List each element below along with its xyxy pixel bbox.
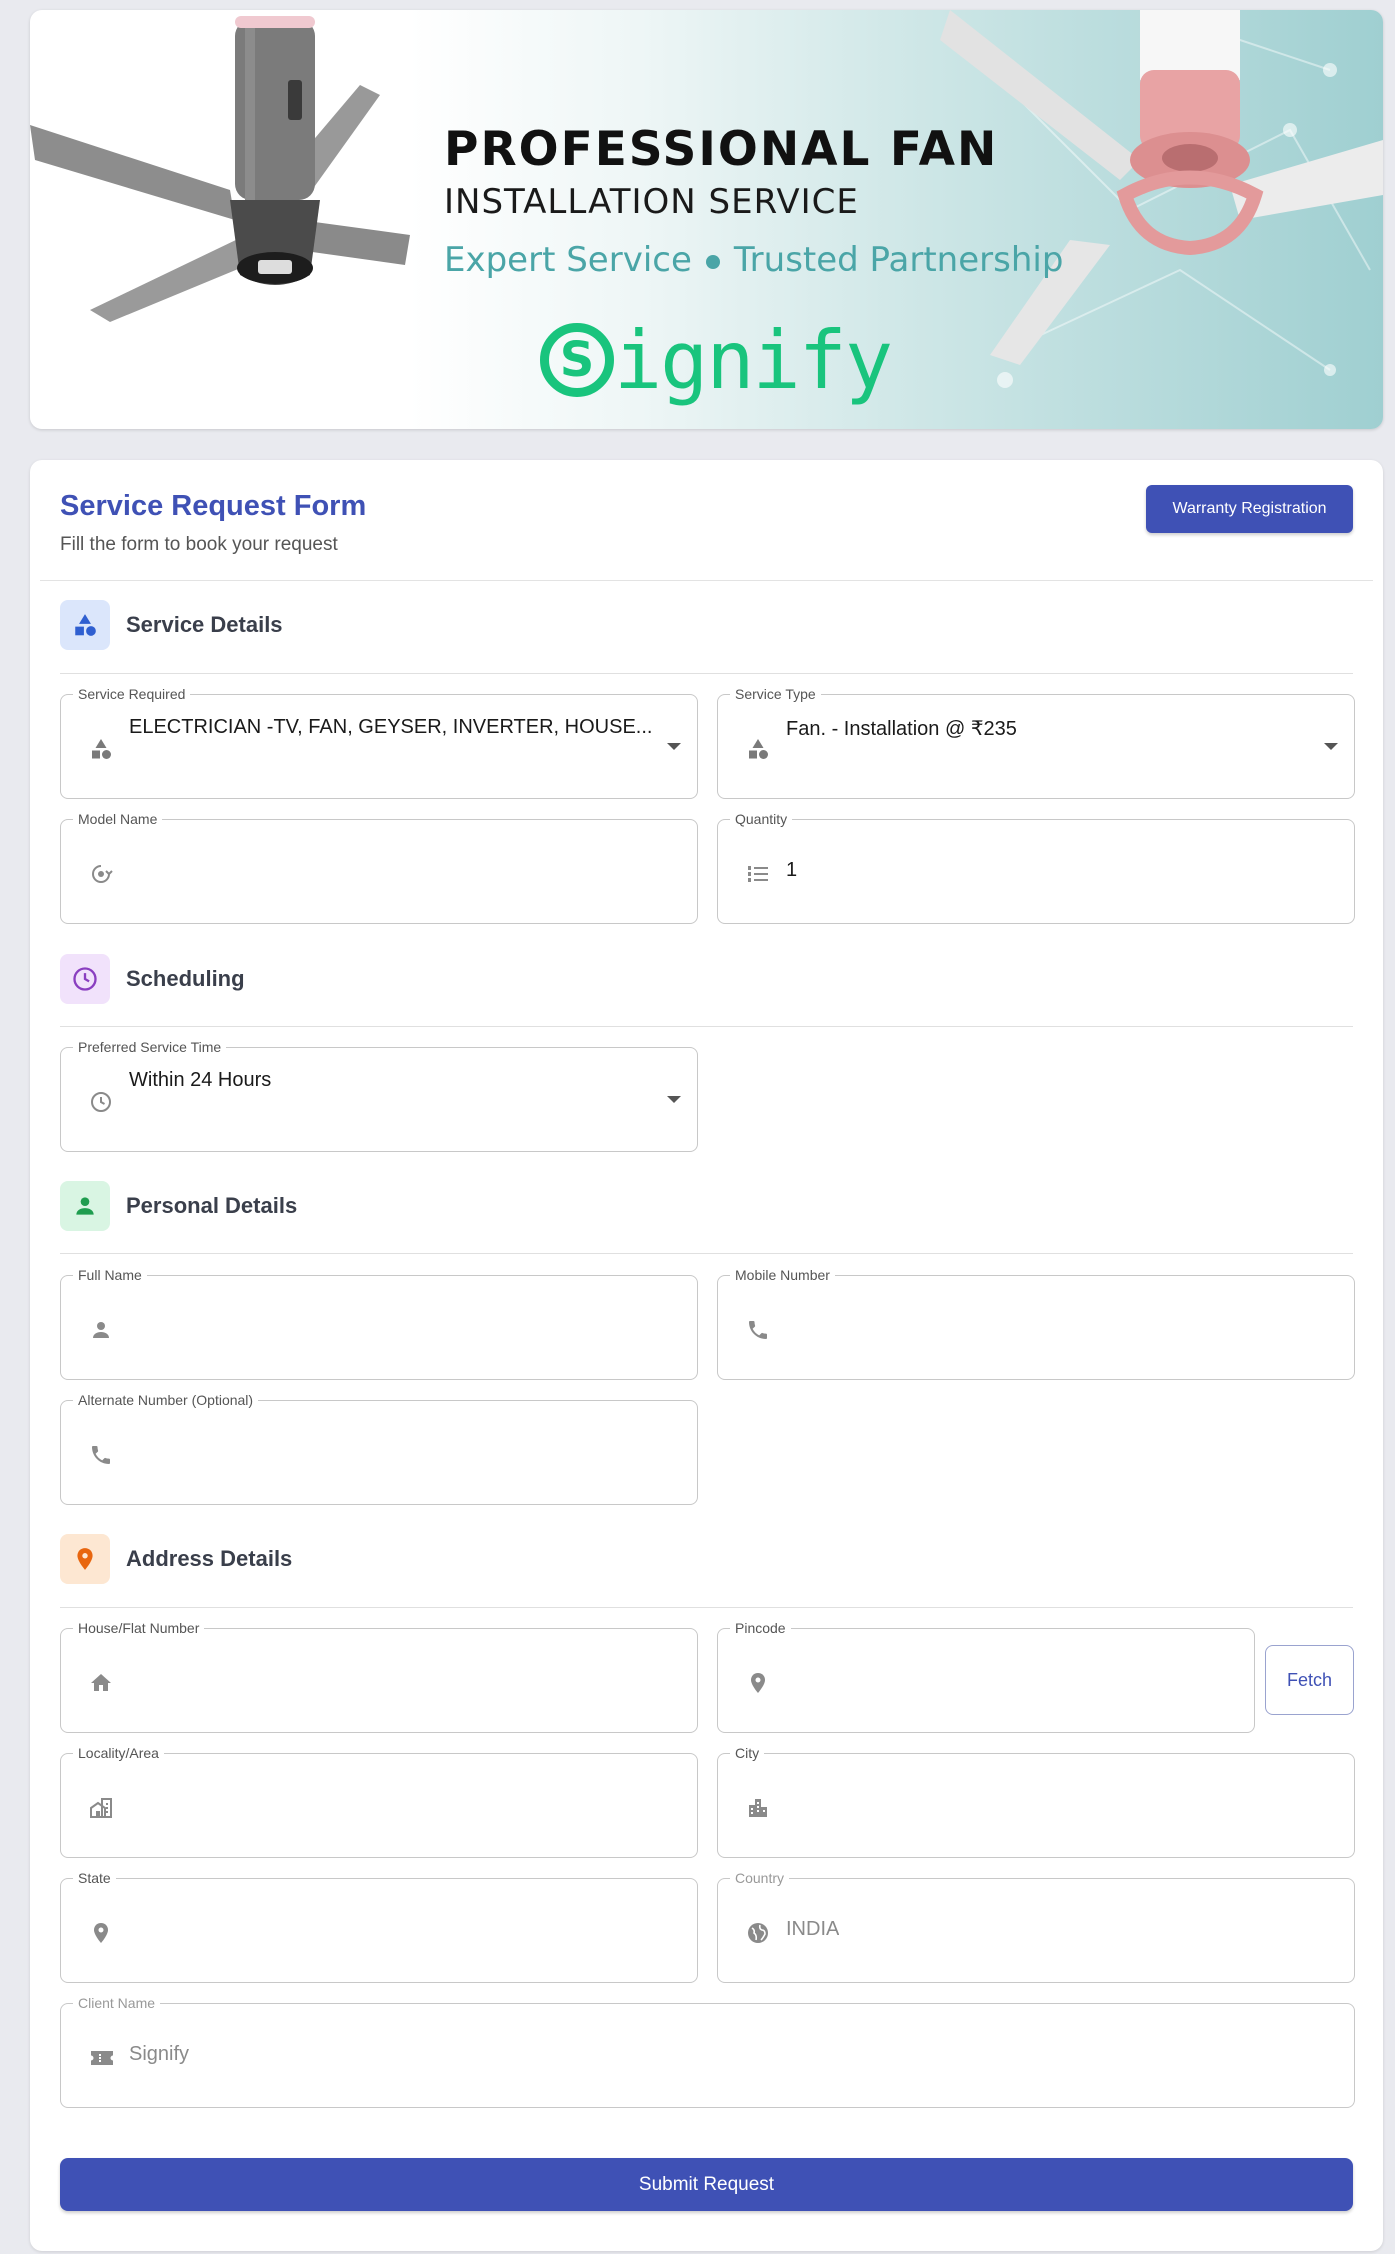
chevron-down-icon[interactable] (667, 743, 681, 750)
field-label: Preferred Service Time (73, 1038, 227, 1056)
section-divider (60, 1607, 1353, 1608)
quantity-field[interactable]: Quantity 1 (717, 810, 1355, 924)
section-title: Personal Details (126, 1193, 298, 1218)
field-label: Quantity (730, 810, 793, 828)
section-header-address: Address Details (60, 1533, 292, 1585)
house-number-input[interactable] (127, 1659, 681, 1703)
rose-gold-ceiling-fan-image (940, 10, 1383, 365)
alternate-number-input[interactable] (127, 1431, 681, 1475)
field-label: Locality/Area (73, 1744, 164, 1762)
ticket-icon (89, 2046, 113, 2070)
field-label: Model Name (73, 810, 163, 828)
city-input[interactable] (784, 1784, 1338, 1828)
locality-field[interactable]: Locality/Area (60, 1744, 698, 1858)
country-value: INDIA (786, 1918, 840, 1940)
field-label: Client Name (73, 1994, 161, 2012)
field-label: Service Type (730, 685, 821, 703)
field-label: City (730, 1744, 765, 1762)
section-header-service: Service Details (60, 599, 283, 651)
mobile-number-input[interactable] (784, 1306, 1338, 1350)
section-title: Scheduling (126, 966, 245, 991)
field-value: Fan. - Installation @ ₹235 (786, 718, 1017, 740)
person-icon (89, 1318, 113, 1342)
phone-icon (89, 1443, 113, 1467)
category-icon (89, 737, 113, 761)
location-pin-icon (60, 1534, 110, 1584)
model-icon (89, 862, 113, 886)
form-subtitle: Fill the form to book your request (60, 534, 338, 555)
field-label: Service Required (73, 685, 191, 703)
submit-request-button[interactable]: Submit Request (60, 2158, 1353, 2211)
list-numbered-icon (746, 862, 770, 886)
service-required-select[interactable]: Service Required ELECTRICIAN -TV, FAN, G… (60, 685, 698, 799)
section-divider (60, 1253, 1353, 1254)
field-label: Full Name (73, 1266, 147, 1284)
service-time-select[interactable]: Preferred Service Time Within 24 Hours (60, 1038, 698, 1152)
chevron-down-icon[interactable] (667, 1096, 681, 1103)
category-icon (60, 600, 110, 650)
service-type-select[interactable]: Service Type Fan. - Installation @ ₹235 (717, 685, 1355, 799)
banner-tagline: Expert Service Trusted Partnership (444, 240, 1063, 280)
state-field[interactable]: State (60, 1869, 698, 1983)
header-divider (40, 580, 1373, 581)
person-icon (60, 1181, 110, 1231)
state-input[interactable] (127, 1909, 681, 1953)
location-pin-icon (89, 1921, 113, 1945)
full-name-field[interactable]: Full Name (60, 1266, 698, 1380)
field-label: Mobile Number (730, 1266, 835, 1284)
home-icon (89, 1671, 113, 1695)
hero-banner: PROFESSIONAL FAN INSTALLATION SERVICE Ex… (30, 10, 1383, 429)
field-label: Pincode (730, 1619, 791, 1637)
fetch-button[interactable]: Fetch (1265, 1645, 1354, 1715)
section-divider (60, 1026, 1353, 1027)
clock-icon (60, 954, 110, 1004)
clock-icon (89, 1090, 113, 1114)
service-request-card: Service Request Form Fill the form to bo… (30, 460, 1383, 2251)
section-header-scheduling: Scheduling (60, 953, 245, 1005)
logo-word: ignify (614, 313, 893, 407)
warranty-registration-button[interactable]: Warranty Registration (1146, 485, 1353, 533)
field-label: House/Flat Number (73, 1619, 205, 1637)
model-name-input[interactable] (127, 850, 681, 894)
field-value: Within 24 Hours (129, 1069, 272, 1091)
model-name-field[interactable]: Model Name (60, 810, 698, 924)
quantity-value[interactable]: 1 (786, 859, 797, 882)
signify-logo: S ignify (540, 310, 893, 410)
client-name-field: Client Name Signify (60, 1994, 1355, 2108)
field-value: ELECTRICIAN -TV, FAN, GEYSER, INVERTER, … (129, 716, 653, 738)
globe-icon (746, 1921, 770, 1945)
form-title: Service Request Form (60, 490, 367, 522)
pincode-field[interactable]: Pincode (717, 1619, 1255, 1733)
field-label: Alternate Number (Optional) (73, 1391, 259, 1409)
client-name-value: Signify (129, 2043, 190, 2065)
house-number-field[interactable]: House/Flat Number (60, 1619, 698, 1733)
section-divider (60, 673, 1353, 674)
chevron-down-icon[interactable] (1324, 743, 1338, 750)
section-title: Address Details (126, 1546, 293, 1571)
field-label: State (73, 1869, 116, 1887)
country-field: Country INDIA (717, 1869, 1355, 1983)
tagline-left: Expert Service (444, 240, 692, 280)
full-name-input[interactable] (127, 1306, 681, 1350)
mobile-number-field[interactable]: Mobile Number (717, 1266, 1355, 1380)
pincode-input[interactable] (784, 1659, 1238, 1703)
alternate-number-field[interactable]: Alternate Number (Optional) (60, 1391, 698, 1505)
locality-input[interactable] (127, 1784, 681, 1828)
banner-title: PROFESSIONAL FAN (444, 122, 999, 177)
field-label: Country (730, 1869, 790, 1887)
section-title: Service Details (126, 612, 283, 637)
tagline-right: Trusted Partnership (733, 240, 1064, 280)
locality-icon (89, 1796, 113, 1820)
city-icon (746, 1796, 770, 1820)
tagline-dot (705, 254, 720, 269)
banner-subtitle: INSTALLATION SERVICE (444, 182, 859, 222)
category-icon (746, 737, 770, 761)
section-header-personal: Personal Details (60, 1180, 297, 1232)
location-pin-icon (746, 1671, 770, 1695)
grey-ceiling-fan-image (30, 16, 410, 322)
city-field[interactable]: City (717, 1744, 1355, 1858)
phone-icon (746, 1318, 770, 1342)
logo-mark: S (540, 323, 614, 397)
